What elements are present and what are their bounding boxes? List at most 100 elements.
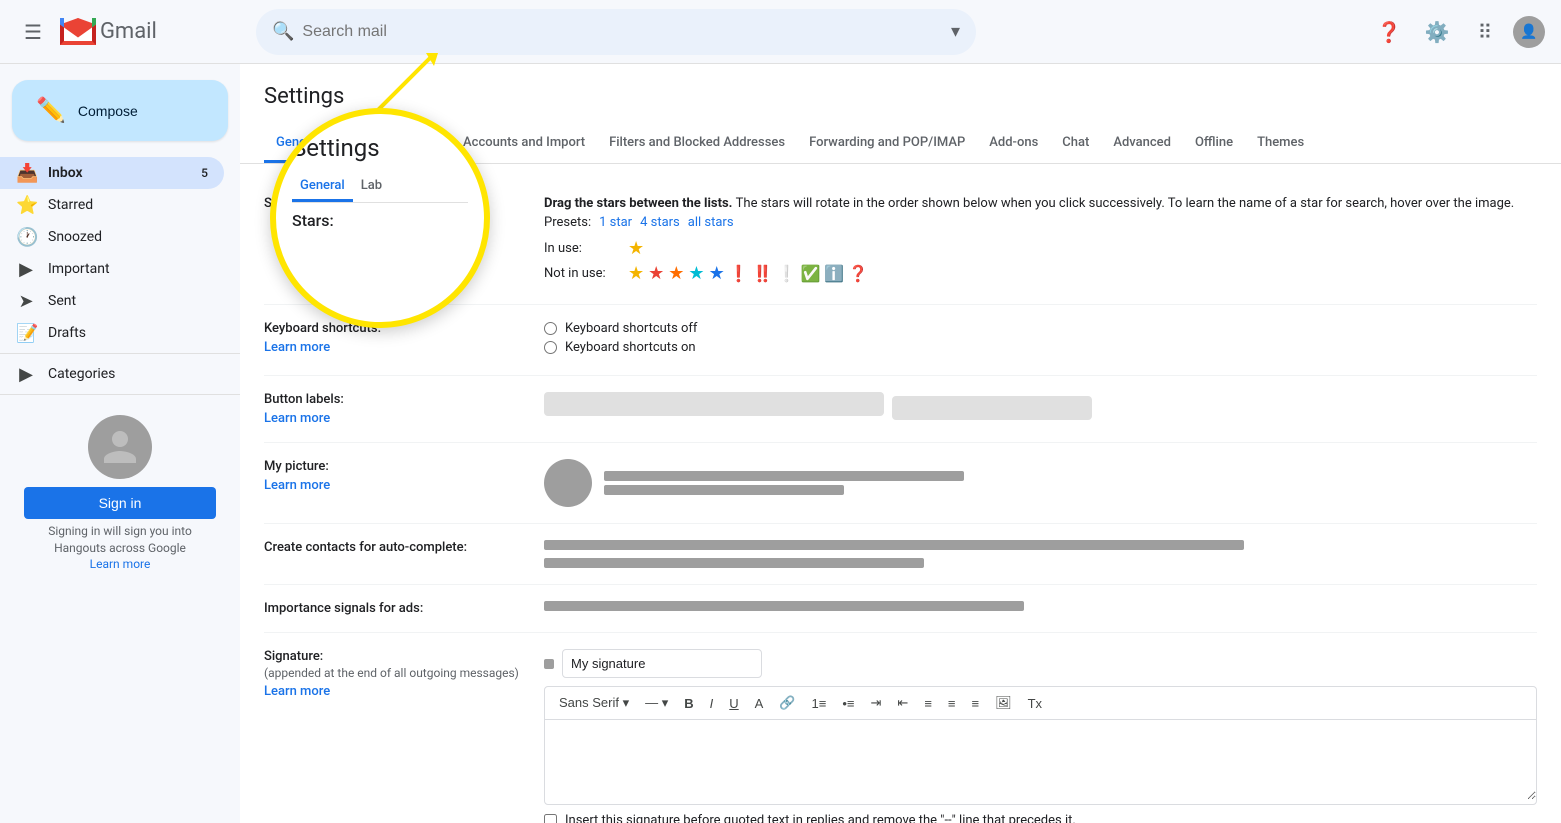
sidebar-item-sent[interactable]: ➤ Sent bbox=[0, 285, 224, 317]
sent-icon: ➤ bbox=[16, 291, 36, 312]
contacts-line2 bbox=[544, 558, 924, 568]
importance-line1 bbox=[544, 601, 1024, 611]
button-labels-learn-more[interactable]: Learn more bbox=[264, 411, 520, 426]
tab-inbox[interactable]: Inbox bbox=[395, 125, 451, 163]
preset-1star-link[interactable]: 1 star bbox=[599, 215, 632, 230]
tab-filters[interactable]: Filters and Blocked Addresses bbox=[597, 125, 797, 163]
button-labels-placeholder bbox=[544, 392, 884, 416]
button-labels-row: Button labels: Learn more bbox=[264, 376, 1537, 443]
gmail-logo: Gmail bbox=[60, 18, 157, 45]
sig-align-right-btn[interactable]: ≡ bbox=[966, 692, 986, 715]
tab-advanced[interactable]: Advanced bbox=[1101, 125, 1183, 163]
sig-bullet-list-btn[interactable]: •≡ bbox=[836, 692, 860, 715]
tab-forwarding[interactable]: Forwarding and POP/IMAP bbox=[797, 125, 977, 163]
sidebar-item-important[interactable]: ▶ Important bbox=[0, 253, 224, 285]
tab-chat[interactable]: Chat bbox=[1050, 125, 1101, 163]
preset-4stars-link[interactable]: 4 stars bbox=[640, 215, 680, 230]
sig-align-left-btn[interactable]: ≡ bbox=[918, 692, 938, 715]
star-exclaim-red[interactable]: ❗ bbox=[729, 264, 749, 283]
keyboard-on-radio[interactable] bbox=[544, 341, 557, 354]
compose-button[interactable]: ✏️ Compose bbox=[12, 80, 228, 141]
tab-themes[interactable]: Themes bbox=[1245, 125, 1316, 163]
keyboard-learn-more-link[interactable]: Learn more bbox=[264, 340, 520, 355]
help-icon[interactable]: ❓ bbox=[1369, 12, 1409, 52]
importance-signals-value bbox=[544, 601, 1537, 611]
tab-accounts[interactable]: Accounts and Import bbox=[451, 125, 597, 163]
sign-in-button[interactable]: Sign in bbox=[24, 487, 216, 519]
search-bar: 🔍 ▾ bbox=[256, 9, 976, 55]
sig-align-center-btn[interactable]: ≡ bbox=[942, 692, 962, 715]
search-input[interactable] bbox=[302, 23, 943, 41]
signature-learn-more[interactable]: Learn more bbox=[264, 684, 520, 699]
sig-indent-btn[interactable]: ⇥ bbox=[865, 691, 888, 715]
sig-numbered-list-btn[interactable]: 1≡ bbox=[806, 692, 833, 715]
sig-bold-btn[interactable]: B bbox=[678, 692, 699, 715]
important-icon: ▶ bbox=[16, 259, 36, 280]
signature-name-select[interactable]: My signature bbox=[562, 649, 762, 678]
sidebar-item-categories[interactable]: ▶ Categories bbox=[0, 358, 224, 390]
hangouts-learn-more-link[interactable]: Learn more bbox=[90, 557, 151, 571]
presets-row: Presets: 1 star 4 stars all stars bbox=[544, 215, 1537, 230]
tab-offline[interactable]: Offline bbox=[1183, 125, 1245, 163]
sidebar-item-label: Snoozed bbox=[48, 229, 208, 245]
star-gold-1[interactable]: ★ bbox=[628, 263, 644, 284]
star-blue-1[interactable]: ★ bbox=[709, 263, 725, 284]
sig-color-btn[interactable]: A bbox=[749, 692, 770, 715]
sidebar-item-starred[interactable]: ⭐ Starred bbox=[0, 189, 224, 221]
sidebar-item-label: Categories bbox=[48, 366, 208, 382]
sig-radio bbox=[544, 659, 554, 669]
sig-italic-btn[interactable]: I bbox=[704, 692, 720, 715]
tab-addons[interactable]: Add-ons bbox=[977, 125, 1050, 163]
sidebar-item-label: Starred bbox=[48, 197, 208, 213]
sidebar-item-inbox[interactable]: 📥 Inbox 5 bbox=[0, 157, 224, 189]
settings-title: Settings bbox=[264, 84, 1537, 109]
signature-textarea[interactable] bbox=[545, 720, 1536, 800]
sidebar-divider-2 bbox=[0, 394, 240, 395]
tab-labels[interactable]: Labels bbox=[333, 125, 395, 163]
star-red-1[interactable]: ★ bbox=[648, 263, 664, 284]
tab-general[interactable]: General bbox=[264, 125, 333, 163]
preset-allstars-link[interactable]: all stars bbox=[688, 215, 734, 230]
sidebar-item-snoozed[interactable]: 🕐 Snoozed bbox=[0, 221, 224, 253]
star-gold-inuse[interactable]: ★ bbox=[628, 238, 644, 259]
star-orange-1[interactable]: ★ bbox=[668, 263, 684, 284]
sidebar-item-label: Important bbox=[48, 261, 208, 277]
keyboard-off-option[interactable]: Keyboard shortcuts off bbox=[544, 321, 1537, 336]
sig-font-btn[interactable]: Sans Serif ▾ bbox=[553, 691, 635, 715]
sig-insert-input[interactable] bbox=[544, 814, 557, 823]
sig-insert-checkbox[interactable]: Insert this signature before quoted text… bbox=[544, 813, 1537, 823]
importance-signals-row: Importance signals for ads: bbox=[264, 585, 1537, 633]
signature-row: Signature: (appended at the end of all o… bbox=[264, 633, 1537, 823]
star-check-green[interactable]: ✅ bbox=[800, 264, 820, 283]
star-cyan-1[interactable]: ★ bbox=[688, 263, 704, 284]
sig-outdent-btn[interactable]: ⇤ bbox=[891, 691, 914, 715]
settings-icon[interactable]: ⚙️ bbox=[1417, 12, 1457, 52]
star-exclaim-orange[interactable]: ❕ bbox=[777, 264, 797, 283]
sig-remove-format-btn[interactable]: Tx bbox=[1022, 692, 1048, 715]
stars-label: Stars: bbox=[264, 196, 544, 211]
search-dropdown-icon[interactable]: ▾ bbox=[951, 21, 960, 42]
apps-icon[interactable]: ⠿ bbox=[1465, 12, 1505, 52]
keyboard-off-radio[interactable] bbox=[544, 322, 557, 335]
sig-image-btn[interactable]: 🖼 bbox=[989, 691, 1018, 715]
inbox-count: 5 bbox=[201, 166, 208, 180]
signature-value: My signature Sans Serif ▾ — ▾ B I U A 🔗 bbox=[544, 649, 1537, 823]
star-info-blue[interactable]: ℹ️ bbox=[824, 264, 844, 283]
sig-link-btn[interactable]: 🔗 bbox=[773, 691, 801, 715]
hangouts-text: Signing in will sign you into Hangouts a… bbox=[24, 523, 216, 557]
my-picture-learn-more[interactable]: Learn more bbox=[264, 478, 520, 493]
star-double-exclaim[interactable]: ‼️ bbox=[753, 264, 773, 283]
sidebar-item-label: Drafts bbox=[48, 325, 208, 341]
keyboard-on-option[interactable]: Keyboard shortcuts on bbox=[544, 340, 1537, 355]
hamburger-icon[interactable]: ☰ bbox=[16, 12, 50, 52]
stars-instruction: Drag the stars between the lists. The st… bbox=[544, 196, 1537, 211]
sig-size-btn[interactable]: — ▾ bbox=[639, 691, 674, 715]
sidebar-item-drafts[interactable]: 📝 Drafts bbox=[0, 317, 224, 349]
search-icon: 🔍 bbox=[272, 21, 294, 42]
sig-underline-btn[interactable]: U bbox=[723, 692, 744, 715]
main-content: Settings General Labels Inbox Accounts a… bbox=[240, 64, 1561, 823]
in-use-row: In use: ★ bbox=[544, 238, 1537, 259]
star-question-purple[interactable]: ❓ bbox=[848, 264, 868, 283]
avatar[interactable]: 👤 bbox=[1513, 16, 1545, 48]
button-labels-label-col: Button labels: Learn more bbox=[264, 392, 544, 426]
